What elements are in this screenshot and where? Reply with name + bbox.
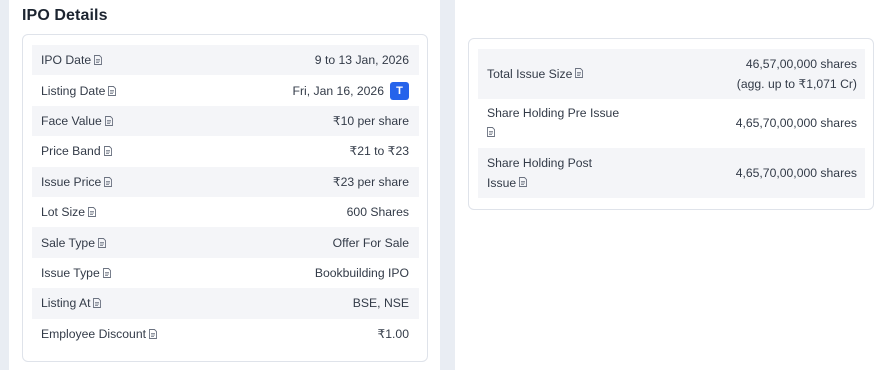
issue-value: 4,65,70,00,000 shares	[735, 165, 857, 180]
issue-row-total-size: Total Issue Size 46,57,00,000 shares (agg…	[478, 49, 865, 99]
document-icon[interactable]	[519, 176, 528, 187]
detail-value: Fri, Jan 16, 2026	[292, 83, 384, 98]
document-icon[interactable]	[93, 298, 102, 309]
detail-row-sale-type: Sale Type Offer For Sale	[32, 227, 419, 258]
detail-value: 600 Shares	[346, 205, 409, 220]
detail-label: IPO Date	[41, 53, 92, 68]
detail-label: Price Band	[41, 144, 101, 159]
detail-label: Lot Size	[41, 205, 86, 220]
detail-value: Bookbuilding IPO	[314, 265, 409, 280]
detail-row-employee-discount: Employee Discount ₹1.00	[32, 319, 419, 349]
document-icon[interactable]	[102, 267, 111, 278]
document-icon[interactable]	[108, 85, 117, 96]
issue-label: Total Issue Size	[487, 66, 573, 81]
detail-row-listing-at: Listing At BSE, NSE	[32, 288, 419, 319]
document-icon[interactable]	[575, 67, 584, 78]
issue-size-card: Total Issue Size 46,57,00,000 shares (agg…	[468, 38, 874, 210]
document-icon[interactable]	[103, 146, 112, 157]
detail-value: ₹23 per share	[332, 174, 409, 189]
issue-label: Share Holding Pre Issue	[487, 106, 620, 121]
detail-label: Issue Type	[41, 265, 100, 280]
detail-row-face-value: Face Value ₹10 per share	[32, 105, 419, 137]
detail-value: ₹10 per share	[332, 113, 409, 128]
document-icon[interactable]	[88, 207, 96, 218]
document-icon[interactable]	[94, 55, 103, 66]
detail-value: 9 to 13 Jan, 2026	[314, 53, 409, 68]
t-badge-icon[interactable]: T	[390, 81, 409, 100]
detail-row-issue-price: Issue Price ₹23 per share	[32, 166, 419, 197]
detail-value: ₹1.00	[377, 326, 409, 341]
issue-label: Share Holding Post	[487, 155, 593, 170]
issue-value: 46,57,00,000 shares	[745, 56, 857, 71]
detail-label: Listing At	[41, 296, 91, 311]
detail-row-listing-date: Listing Date Fri, Jan 16, 2026 T	[32, 75, 419, 105]
issue-size-panel: Total Issue Size 46,57,00,000 shares (agg…	[455, 0, 889, 370]
detail-label: Listing Date	[41, 83, 106, 98]
detail-row-lot-size: Lot Size 600 Shares	[32, 197, 419, 227]
detail-row-price-band: Price Band ₹21 to ₹23	[32, 136, 419, 166]
ipo-details-card: IPO Date 9 to 13 Jan, 2026 Listing Date …	[22, 34, 428, 362]
detail-row-issue-type: Issue Type Bookbuilding IPO	[32, 258, 419, 288]
issue-label-line2: Issue	[487, 175, 517, 190]
detail-value: ₹21 to ₹23	[349, 144, 409, 159]
document-icon[interactable]	[104, 116, 113, 126]
detail-label: Sale Type	[41, 235, 95, 250]
detail-row-ipo-date: IPO Date 9 to 13 Jan, 2026	[32, 45, 419, 76]
issue-value: 4,65,70,00,000 shares	[735, 116, 857, 131]
document-icon[interactable]	[104, 176, 113, 187]
detail-value: BSE, NSE	[352, 296, 409, 311]
detail-value: Offer For Sale	[332, 235, 409, 250]
document-icon[interactable]	[98, 237, 106, 248]
issue-value-sub: (agg. up to ₹1,071 Cr)	[736, 76, 857, 91]
detail-label: Face Value	[41, 113, 102, 128]
issue-row-pre-issue: Share Holding Pre Issue 4,65,70,00,000 s…	[478, 99, 865, 149]
detail-label: Employee Discount	[41, 326, 146, 341]
ipo-details-panel: IPO Details IPO Date 9 to 13 Jan, 2026 L…	[9, 0, 440, 370]
document-icon[interactable]	[487, 127, 495, 138]
issue-row-post-issue: Share Holding Post Issue 4,65,70,00,000 s…	[478, 148, 865, 198]
detail-label: Issue Price	[41, 174, 102, 189]
document-icon[interactable]	[149, 328, 157, 339]
page-title: IPO Details	[22, 7, 108, 24]
